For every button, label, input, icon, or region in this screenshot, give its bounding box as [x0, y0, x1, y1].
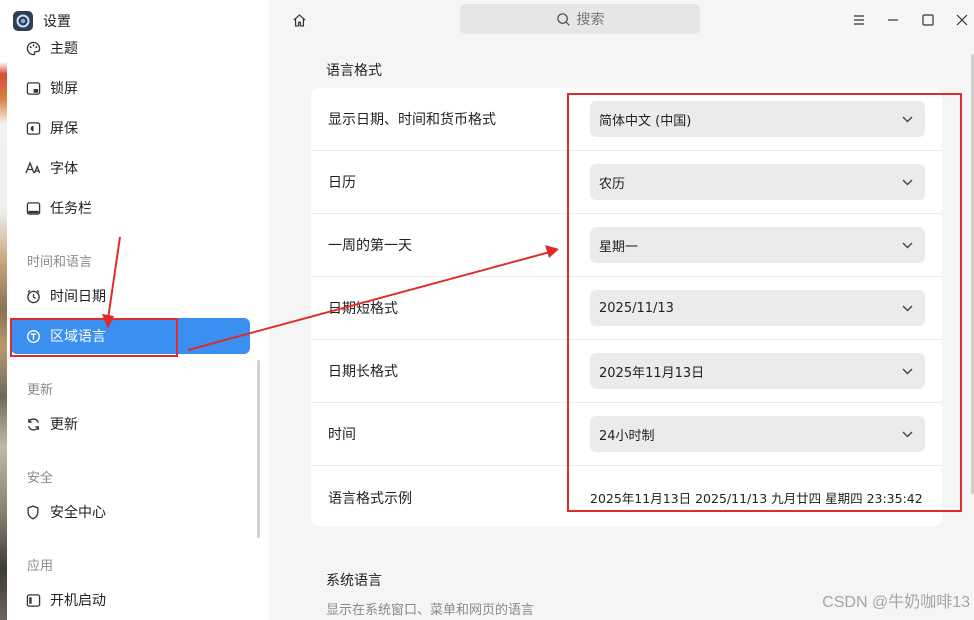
sidebar-item-label: 字体 [50, 161, 78, 177]
lock-screen-icon [25, 80, 41, 96]
row-label: 日历 [328, 175, 356, 191]
row-label: 一周的第一天 [328, 238, 412, 254]
settings-window: 设置 主题 锁屏 屏保 字体 任务栏 时间和语言 时间日期 区域语言 更新 更新… [0, 0, 974, 620]
system-language-title: 系统语言 [326, 573, 382, 589]
sidebar-item-label: 开机启动 [50, 593, 106, 609]
format-section-title: 语言格式 [326, 63, 382, 79]
sidebar-item-startup[interactable]: 开机启动 [11, 582, 250, 618]
menu-icon [853, 14, 865, 26]
sidebar-item-security-center[interactable]: 安全中心 [11, 494, 250, 530]
sidebar-item-taskbar[interactable]: 任务栏 [11, 190, 250, 226]
sidebar-item-label: 任务栏 [50, 201, 92, 217]
sidebar-item-label: 更新 [50, 417, 78, 433]
row-label: 语言格式示例 [328, 490, 412, 507]
sidebar-group-apps: 应用 [27, 559, 54, 574]
row-label: 日期短格式 [328, 301, 398, 317]
sidebar-item-label: 主题 [50, 41, 78, 57]
search-placeholder: 搜索 [576, 12, 605, 28]
sidebar-item-lockscreen[interactable]: 锁屏 [11, 70, 250, 106]
sidebar-item-label: 屏保 [50, 121, 78, 137]
sidebar-item-datetime[interactable]: 时间日期 [11, 278, 250, 314]
sidebar-scrollbar[interactable] [257, 360, 260, 538]
watermark: CSDN @牛奶咖啡13 [822, 594, 970, 611]
desktop-wallpaper-strip [0, 0, 7, 620]
palette-icon [25, 40, 41, 56]
sidebar-group-update: 更新 [27, 383, 54, 398]
screensaver-icon [25, 120, 41, 136]
sidebar-item-screensaver[interactable]: 屏保 [11, 110, 250, 146]
row-label: 日期长格式 [328, 364, 398, 380]
sidebar-item-font[interactable]: 字体 [11, 150, 250, 186]
annotation-box-formats [567, 93, 962, 512]
minimize-button[interactable] [883, 10, 903, 30]
sidebar-item-label: 安全中心 [50, 505, 106, 521]
sidebar-group-time-language: 时间和语言 [27, 255, 93, 270]
close-icon [956, 14, 968, 26]
annotation-box-sidebar [10, 318, 178, 357]
sidebar-item-theme[interactable]: 主题 [11, 30, 250, 66]
search-box[interactable]: 搜索 [460, 4, 700, 34]
app-title-bar: 设置 [13, 10, 71, 32]
sidebar: 设置 主题 锁屏 屏保 字体 任务栏 时间和语言 时间日期 区域语言 更新 更新… [7, 0, 269, 620]
taskbar-icon [25, 200, 41, 216]
app-title: 设置 [43, 14, 71, 30]
sidebar-item-update[interactable]: 更新 [11, 406, 250, 442]
minimize-icon [887, 14, 899, 26]
sidebar-group-security: 安全 [27, 471, 54, 486]
system-language-subtitle: 显示在系统窗口、菜单和网页的语言 [326, 603, 535, 618]
refresh-icon [25, 416, 41, 432]
sidebar-item-label: 锁屏 [50, 81, 78, 97]
search-icon [556, 12, 571, 27]
settings-app-icon [13, 11, 33, 31]
font-icon [25, 160, 41, 176]
home-icon [292, 13, 307, 28]
maximize-icon [922, 14, 934, 26]
sidebar-item-label: 时间日期 [50, 289, 106, 305]
row-label: 时间 [328, 427, 356, 443]
startup-icon [25, 592, 41, 608]
maximize-button[interactable] [918, 10, 938, 30]
menu-button[interactable] [849, 10, 869, 30]
home-button[interactable] [289, 10, 309, 30]
clock-icon [25, 288, 41, 304]
row-label: 显示日期、时间和货币格式 [328, 112, 496, 128]
shield-icon [25, 504, 41, 520]
close-button[interactable] [952, 10, 972, 30]
